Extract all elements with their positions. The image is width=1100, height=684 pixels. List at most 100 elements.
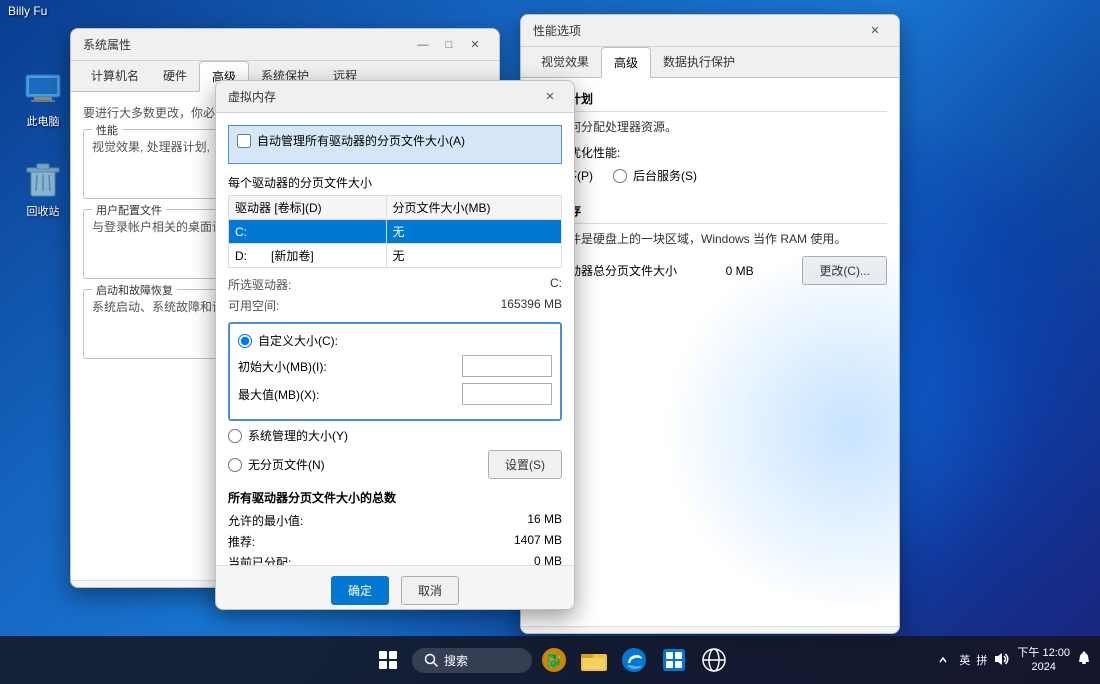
selected-drive-value: C: bbox=[550, 276, 562, 293]
sys-props-maximize[interactable]: □ bbox=[437, 35, 461, 55]
taskbar: 搜索 🐉 bbox=[0, 636, 1100, 684]
col-size: 分页文件大小(MB) bbox=[386, 196, 561, 220]
virt-mem-controls: ✕ bbox=[538, 87, 562, 107]
search-label: 搜索 bbox=[444, 652, 468, 669]
drive-d-size: 无 bbox=[386, 244, 561, 268]
perf-options-window: 性能选项 ✕ 视觉效果 高级 数据执行保护 处理器计划 选择如何分配处理器资源。… bbox=[520, 14, 900, 634]
sys-props-minimize[interactable]: — bbox=[411, 35, 435, 55]
no-page-radio-row: 无分页文件(N) bbox=[228, 456, 325, 473]
virt-mem-close[interactable]: ✕ bbox=[538, 87, 562, 107]
system-managed-radio[interactable] bbox=[228, 429, 242, 443]
selected-drive-row: 所选驱动器: C: bbox=[228, 276, 562, 293]
recycle-bin-label: 回收站 bbox=[27, 203, 60, 219]
sys-props-titlebar: 系统属性 — □ ✕ bbox=[71, 29, 499, 61]
taskbar-center: 搜索 🐉 bbox=[368, 640, 732, 680]
taskbar-game-icon[interactable]: 🐉 bbox=[536, 642, 572, 678]
processor-section: 处理器计划 选择如何分配处理器资源。 调整以优化性能: 程序(P) 后台服务(S… bbox=[533, 90, 887, 190]
custom-size-radio[interactable] bbox=[238, 334, 252, 348]
bg-service-radio[interactable] bbox=[613, 169, 627, 183]
clock[interactable]: 下午 12:00 2024 bbox=[1017, 646, 1070, 675]
this-pc-icon-img bbox=[23, 69, 63, 109]
notification-icon[interactable] bbox=[1076, 651, 1092, 670]
memory-section: 虚拟内存 分页文件是硬盘上的一块区域，Windows 当作 RAM 使用。 所有… bbox=[533, 202, 887, 285]
recommended-value: 1407 MB bbox=[514, 533, 562, 550]
virt-mem-cancel-btn[interactable]: 取消 bbox=[401, 576, 459, 605]
drive-c-name: C: bbox=[229, 220, 387, 244]
perf-options-content: 处理器计划 选择如何分配处理器资源。 调整以优化性能: 程序(P) 后台服务(S… bbox=[521, 78, 899, 626]
processor-title: 处理器计划 bbox=[533, 90, 887, 112]
recycle-bin-icon-img bbox=[23, 159, 63, 199]
virt-mem-ok-btn[interactable]: 确定 bbox=[331, 576, 389, 605]
drive-c-size: 无 bbox=[386, 220, 561, 244]
drive-table: 驱动器 [卷标](D) 分页文件大小(MB) C: 无 D: [新加卷] 无 bbox=[228, 195, 562, 268]
max-size-row: 最大值(MB)(X): bbox=[238, 383, 552, 405]
selected-drive-label: 所选驱动器: bbox=[228, 276, 291, 293]
custom-size-label: 自定义大小(C): bbox=[258, 332, 338, 349]
perf-group-title: 性能 bbox=[92, 122, 122, 138]
drive-info: 所选驱动器: C: 可用空间: 165396 MB bbox=[228, 276, 562, 314]
current-row: 当前已分配: 0 MB bbox=[228, 554, 562, 565]
max-size-input[interactable] bbox=[462, 383, 552, 405]
recycle-bin-icon[interactable]: 回收站 bbox=[8, 155, 78, 223]
perf-options-titlebar: 性能选项 ✕ bbox=[521, 15, 899, 47]
tab-advanced[interactable]: 高级 bbox=[601, 47, 651, 78]
perf-options-title: 性能选项 bbox=[533, 22, 581, 39]
recommended-row: 推荐: 1407 MB bbox=[228, 533, 562, 550]
processor-desc: 选择如何分配处理器资源。 bbox=[533, 118, 887, 136]
perf-options-controls: ✕ bbox=[863, 21, 887, 41]
start-button[interactable] bbox=[368, 640, 408, 680]
auto-manage-row: 自动管理所有驱动器的分页文件大小(A) bbox=[228, 125, 562, 164]
tab-visual-effects[interactable]: 视觉效果 bbox=[529, 47, 601, 78]
taskbar-right: 英 拼 下午 12:00 2024 bbox=[933, 640, 1100, 680]
bg-service-radio-row: 后台服务(S) bbox=[613, 167, 697, 184]
tab-hardware[interactable]: 硬件 bbox=[151, 61, 199, 92]
drive-row-d[interactable]: D: [新加卷] 无 bbox=[229, 244, 562, 268]
taskbar-explorer-icon[interactable] bbox=[576, 642, 612, 678]
tab-dep[interactable]: 数据执行保护 bbox=[651, 47, 747, 78]
clock-date: 2024 bbox=[1017, 660, 1070, 674]
perf-options-footer: 确定 取消 应用(A) bbox=[521, 626, 899, 634]
change-btn[interactable]: 更改(C)... bbox=[802, 256, 887, 285]
lang1: 英 bbox=[959, 652, 970, 668]
totals-title: 所有驱动器分页文件大小的总数 bbox=[228, 489, 562, 506]
taskbar-edge-icon[interactable] bbox=[616, 642, 652, 678]
search-box[interactable]: 搜索 bbox=[412, 648, 532, 673]
volume-icon[interactable] bbox=[993, 651, 1011, 670]
perf-options-close[interactable]: ✕ bbox=[863, 21, 887, 41]
sys-props-close[interactable]: ✕ bbox=[463, 35, 487, 55]
min-allowed-row: 允许的最小值: 16 MB bbox=[228, 512, 562, 529]
system-managed-row: 系统管理的大小(Y) bbox=[228, 427, 562, 444]
memory-desc: 分页文件是硬盘上的一块区域，Windows 当作 RAM 使用。 bbox=[533, 230, 887, 248]
memory-title: 虚拟内存 bbox=[533, 202, 887, 224]
initial-size-label: 初始大小(MB)(I): bbox=[238, 358, 327, 375]
custom-size-section: 自定义大小(C): 初始大小(MB)(I): 最大值(MB)(X): bbox=[228, 322, 562, 421]
taskbar-store-icon[interactable] bbox=[656, 642, 692, 678]
max-size-label: 最大值(MB)(X): bbox=[238, 386, 319, 403]
lang2: 拼 bbox=[976, 652, 987, 668]
virt-mem-content: 自动管理所有驱动器的分页文件大小(A) 每个驱动器的分页文件大小 驱动器 [卷标… bbox=[216, 113, 574, 565]
min-allowed-value: 16 MB bbox=[527, 512, 562, 529]
set-btn[interactable]: 设置(S) bbox=[488, 450, 562, 479]
virt-mem-footer: 确定 取消 bbox=[216, 565, 574, 610]
this-pc-icon[interactable]: 此电脑 bbox=[8, 65, 78, 133]
bg-service-label: 后台服务(S) bbox=[633, 167, 697, 184]
current-label: 当前已分配: bbox=[228, 554, 291, 565]
free-space-label: 可用空间: bbox=[228, 297, 279, 314]
no-page-radio[interactable] bbox=[228, 458, 242, 472]
recommended-label: 推荐: bbox=[228, 533, 255, 550]
tab-computer-name[interactable]: 计算机名 bbox=[79, 61, 151, 92]
auto-manage-checkbox[interactable] bbox=[237, 134, 251, 148]
processor-radio-group: 程序(P) 后台服务(S) bbox=[533, 167, 887, 190]
drive-row-c[interactable]: C: 无 bbox=[229, 220, 562, 244]
taskbar-lang-icon[interactable] bbox=[696, 642, 732, 678]
initial-size-row: 初始大小(MB)(I): bbox=[238, 355, 552, 377]
tray-expand-btn[interactable] bbox=[933, 640, 953, 680]
system-managed-label: 系统管理的大小(Y) bbox=[248, 427, 348, 444]
custom-size-radio-row: 自定义大小(C): bbox=[238, 332, 552, 349]
min-allowed-label: 允许的最小值: bbox=[228, 512, 303, 529]
svg-text:🐉: 🐉 bbox=[545, 652, 562, 669]
current-value: 0 MB bbox=[534, 554, 562, 565]
initial-size-input[interactable] bbox=[462, 355, 552, 377]
virt-mem-title: 虚拟内存 bbox=[228, 88, 276, 105]
free-space-value: 165396 MB bbox=[501, 297, 562, 314]
